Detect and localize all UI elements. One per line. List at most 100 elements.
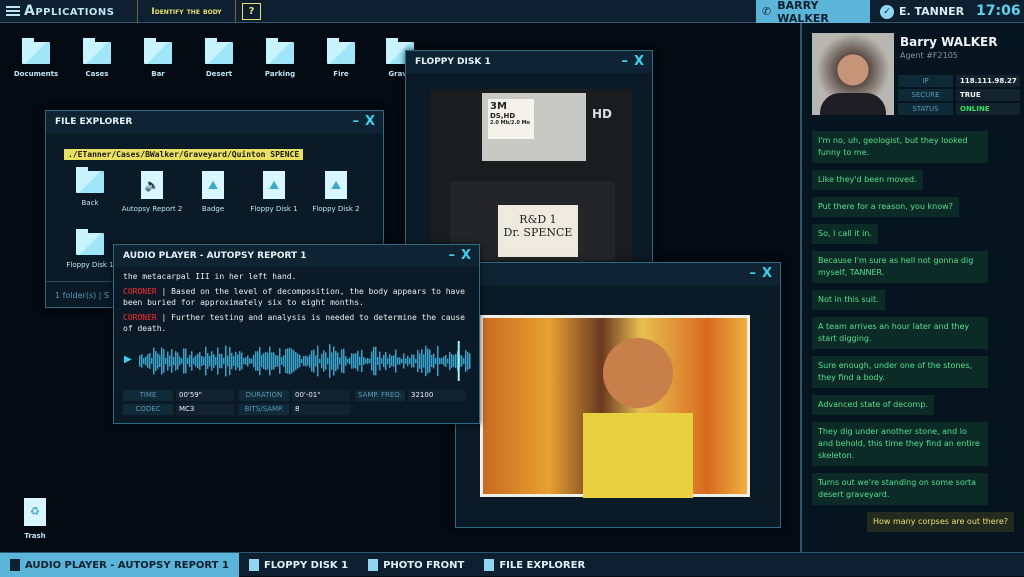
speaker-label: CORONER xyxy=(123,287,157,296)
waveform-bar xyxy=(393,355,395,367)
file-label: Floppy Disk 1 xyxy=(250,205,298,213)
waveform-bar xyxy=(361,349,363,373)
play-button[interactable]: ▶ xyxy=(124,354,132,365)
applications-menu[interactable]: Applications xyxy=(6,3,115,19)
window-titlebar[interactable]: – X xyxy=(456,263,780,285)
close-button[interactable]: X xyxy=(461,245,471,267)
waveform-bar xyxy=(355,353,357,369)
waveform-bar xyxy=(281,357,283,365)
chat-message: Sure enough, under one of the stones, th… xyxy=(812,356,988,388)
close-button[interactable]: X xyxy=(365,111,375,133)
waveform-bar xyxy=(233,356,235,366)
chat-message: I'm no, uh, geologist, but they looked f… xyxy=(812,131,988,163)
waveform-bar xyxy=(305,355,307,367)
waveform-bar xyxy=(195,355,197,367)
window-title: FLOPPY DISK 1 xyxy=(415,57,491,67)
waveform-bar xyxy=(211,351,213,371)
waveform-bar xyxy=(337,352,339,370)
taskbar-label: FILE EXPLORER xyxy=(499,559,586,571)
chat-message: How many corpses are out there? xyxy=(866,512,1014,532)
desktop-icon-fire[interactable]: Fire xyxy=(313,38,369,78)
file-label: Badge xyxy=(201,205,225,213)
folder-icon xyxy=(22,38,50,64)
waveform-bar xyxy=(433,353,435,369)
file-item[interactable]: ⛰ Floppy Disk 2 xyxy=(304,171,368,213)
desktop-icon-documents[interactable]: Documents xyxy=(8,38,64,78)
waveform-bar xyxy=(173,356,175,366)
file-item[interactable]: ⛰ Floppy Disk 1 xyxy=(242,171,306,213)
desktop-icon-trash[interactable]: ♻ Trash xyxy=(7,498,63,540)
file-item[interactable]: 🔈 Autopsy Report 2 xyxy=(120,171,184,213)
taskbar-label: AUDIO PLAYER - AUTOPSY REPORT 1 xyxy=(25,559,229,571)
waveform-bar xyxy=(255,351,257,371)
waveform-bar xyxy=(179,356,181,366)
waveform-bar xyxy=(183,348,185,374)
waveform-bar xyxy=(149,353,151,369)
meta-value: 8 xyxy=(292,404,350,415)
verified-badge-icon: ✓ xyxy=(880,4,894,19)
taskbar-item-audio-player[interactable]: AUDIO PLAYER - AUTOPSY REPORT 1 xyxy=(0,553,239,577)
waveform-bar xyxy=(277,355,279,367)
waveform-bar xyxy=(379,351,381,371)
waveform-bar xyxy=(461,355,463,367)
waveform-bar xyxy=(225,345,227,377)
desktop-icon-parking[interactable]: Parking xyxy=(252,38,308,78)
image-file-icon: ⛰ xyxy=(263,171,285,199)
folder-back-icon xyxy=(76,167,104,193)
close-button[interactable]: X xyxy=(762,263,772,285)
minimize-button[interactable]: – xyxy=(750,263,757,285)
minimize-button[interactable]: – xyxy=(353,111,360,133)
window-titlebar[interactable]: AUDIO PLAYER - AUTOPSY REPORT 1 – X xyxy=(114,245,479,267)
close-button[interactable]: X xyxy=(634,51,644,73)
waveform-bar xyxy=(241,352,243,370)
waveform-bar xyxy=(165,357,167,365)
user-label[interactable]: ✓ E. TANNER xyxy=(880,0,964,23)
window-titlebar[interactable]: FLOPPY DISK 1 – X xyxy=(406,51,652,73)
window-titlebar[interactable]: FILE EXPLORER – X xyxy=(46,111,383,133)
info-row: STATUS ONLINE xyxy=(898,103,1020,115)
taskbar: AUDIO PLAYER - AUTOPSY REPORT 1 FLOPPY DI… xyxy=(0,552,1024,577)
waveform-bar xyxy=(453,355,455,367)
waveform-bar xyxy=(313,349,315,373)
floppy-shutter: 3M DS,HD 2.0 Mb/2.0 Mo xyxy=(482,93,586,161)
waveform-bar xyxy=(317,345,319,377)
waveform-bar xyxy=(445,355,447,367)
icon-label: Fire xyxy=(333,70,349,78)
waveform-bar xyxy=(295,352,297,370)
desktop-icon-desert[interactable]: Desert xyxy=(191,38,247,78)
waveform-bar xyxy=(175,351,177,371)
waveform-scrubber[interactable] xyxy=(139,341,471,381)
waveform-bar xyxy=(157,353,159,369)
waveform-bar xyxy=(345,356,347,366)
desktop-icon-bar[interactable]: Bar xyxy=(130,38,186,78)
waveform-bar xyxy=(219,353,221,369)
meta-value: MC3 xyxy=(176,404,234,415)
file-item[interactable]: Back xyxy=(58,167,122,207)
taskbar-item-floppy-disk-1[interactable]: FLOPPY DISK 1 xyxy=(239,553,358,577)
waveform-bar xyxy=(191,351,193,371)
minimize-button[interactable]: – xyxy=(622,51,629,73)
folder-icon xyxy=(76,229,104,255)
meta-label: CODEC xyxy=(123,404,173,415)
waveform-bar xyxy=(205,346,207,376)
help-button[interactable]: ? xyxy=(242,3,261,20)
waveform-bar xyxy=(403,353,405,369)
waveform-bar xyxy=(217,347,219,375)
file-label: Floppy Disk 1 xyxy=(66,261,114,269)
waveform-bar xyxy=(467,351,469,371)
file-item[interactable]: ⛰ Badge xyxy=(181,171,245,213)
mission-label[interactable]: Identify the body xyxy=(137,0,236,23)
taskbar-item-photo-front[interactable]: PHOTO FRONT xyxy=(358,553,474,577)
waveform-bar xyxy=(213,354,215,368)
waveform-bar xyxy=(413,354,415,368)
transcript-text: Based on the level of decomposition, the… xyxy=(123,287,465,307)
taskbar-label: PHOTO FRONT xyxy=(383,559,465,571)
call-tab[interactable]: ✆ BARRY WALKER xyxy=(756,0,870,25)
chat-log: I'm no, uh, geologist, but they looked f… xyxy=(812,131,1016,539)
meta-value: 00'-01" xyxy=(292,390,350,401)
meta-row: CODEC MC3 BITS/SAMP. 8 xyxy=(123,404,350,415)
taskbar-item-file-explorer[interactable]: FILE EXPLORER xyxy=(474,553,595,577)
waveform-bar xyxy=(227,355,229,367)
desktop-icon-cases[interactable]: Cases xyxy=(69,38,125,78)
minimize-button[interactable]: – xyxy=(449,245,456,267)
